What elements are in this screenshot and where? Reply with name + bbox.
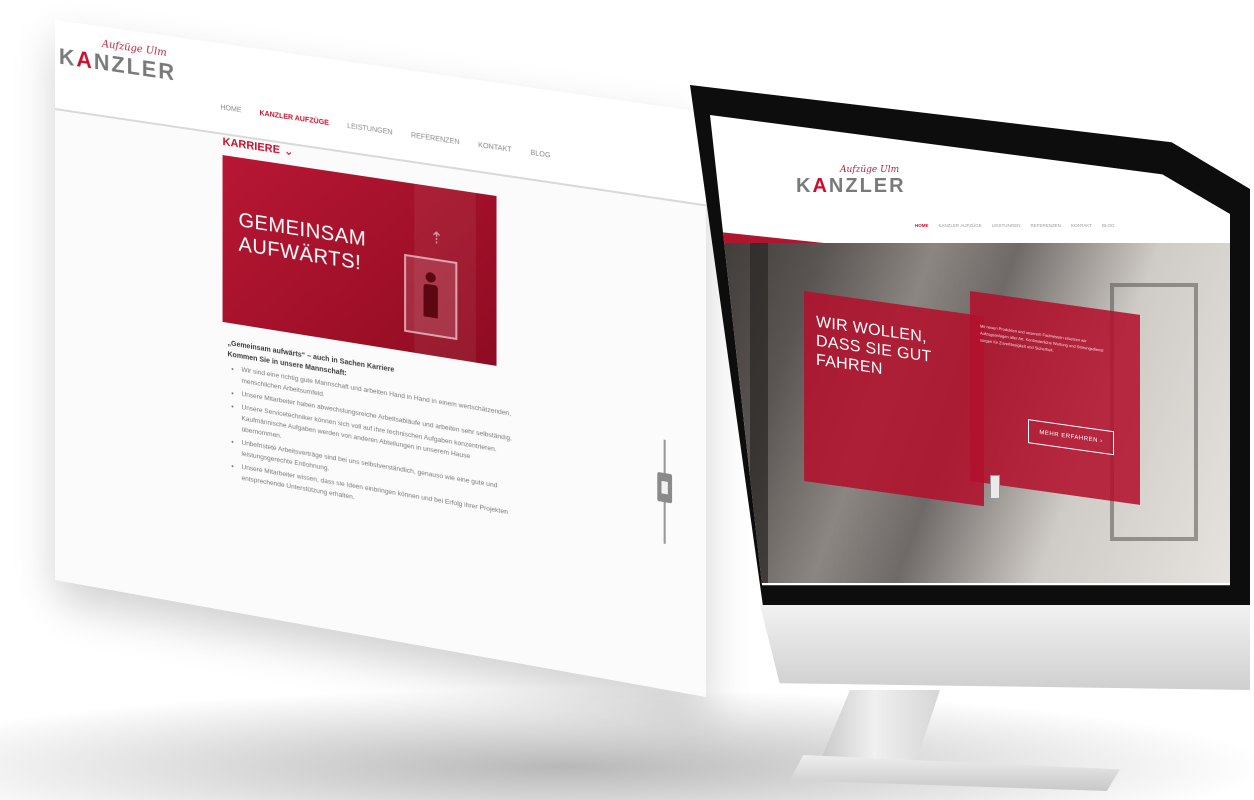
nav-item-blog[interactable]: BLOG [530,150,550,160]
nav-item-kanzler-aufzuege[interactable]: KANZLER AUFZÜGE [260,110,329,127]
promo-title: WIR WOLLEN, DASS SIE GUT FAHREN [816,313,932,386]
info-panel: Mit neuen Produkten und unserem Fachwiss… [970,291,1140,505]
arrow-up-icon: ⇡ [429,229,444,249]
scroll-indicator[interactable] [990,475,1000,499]
hero-title: GEMEINSAM AUFWÄRTS! [239,208,390,280]
main-nav: HOME KANZLER AUFZÜGE LEISTUNGEN REFERENZ… [915,223,1114,228]
more-button[interactable]: MEHR ERFAHREN › [1028,419,1114,456]
hero-banner: ⇡ GEMEINSAM AUFWÄRTS! [222,155,497,366]
career-text: „Gemeinsam aufwärts“ – auch in Sachen Ka… [228,338,512,532]
brand-wordmark: KANZLER [796,175,906,197]
floating-page-stage: Aufzüge Ulm KANZLER HOME KANZLER AUFZÜGE… [0,0,720,697]
nav-item-home[interactable]: HOME [221,104,242,114]
promo-panel: WIR WOLLEN, DASS SIE GUT FAHREN [804,291,984,507]
info-text: Mit neuen Produkten und unserem Fachwiss… [980,323,1104,353]
nav-item-kontakt[interactable]: KONTAKT [1071,223,1092,228]
brand-letter-k: K [58,43,77,72]
monitor-screen: Aufzüge Ulm KANZLER HOME KANZLER AUFZÜGE… [710,115,1230,586]
brand-logo[interactable]: Aufzüge Ulm KANZLER [59,33,176,87]
elevator-sign-icon [404,253,458,341]
monitor: Aufzüge Ulm KANZLER HOME KANZLER AUFZÜGE… [690,85,1250,690]
nav-item-kanzler-aufzuege[interactable]: KANZLER AUFZÜGE [939,223,982,228]
scrollbar-track[interactable] [657,439,673,545]
monitor-chin [760,605,1250,690]
nav-item-referenzen[interactable]: REFERENZEN [411,132,460,146]
brand-letters-rest: NZLER [828,175,906,197]
nav-item-blog[interactable]: BLOG [1102,223,1115,228]
brand-logo[interactable]: Aufzüge Ulm KANZLER [796,165,906,198]
nav-item-home[interactable]: HOME [915,223,929,228]
brand-letter-a: A [76,46,94,74]
nav-item-kontakt[interactable]: KONTAKT [478,142,512,154]
chevron-down-icon: ⌄ [284,144,294,159]
person-icon [423,271,438,319]
brand-letter-a: A [812,175,829,197]
floating-web-page: Aufzüge Ulm KANZLER HOME KANZLER AUFZÜGE… [55,20,706,697]
scrollbar-thumb[interactable] [657,471,673,504]
brand-letter-k: K [796,175,813,197]
nav-item-referenzen[interactable]: REFERENZEN [1031,223,1062,228]
nav-item-leistungen[interactable]: LEISTUNGEN [992,223,1021,228]
brand-tagline: Aufzüge Ulm [840,165,900,175]
nav-item-leistungen[interactable]: LEISTUNGEN [347,123,392,137]
